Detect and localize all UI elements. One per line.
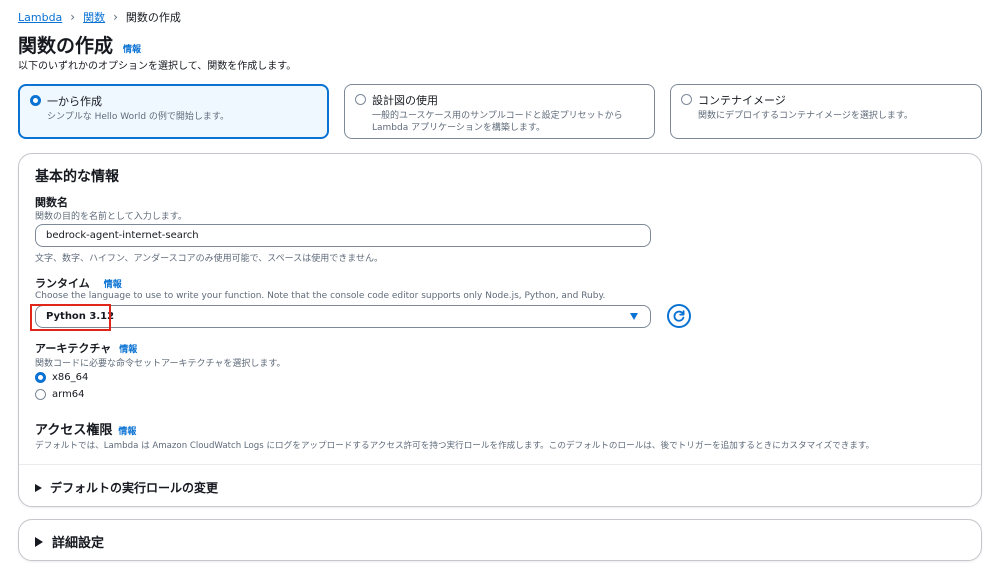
access-description: デフォルトでは、Lambda は Amazon CloudWatch Logs … [35,441,875,451]
radio-unselected-icon[interactable] [681,94,692,105]
refresh-icon [673,310,685,322]
radio-unselected-icon[interactable] [35,389,46,400]
panel-title: 基本的な情報 [35,169,119,185]
option-description: シンプルな Hello World の例で開始します。 [47,112,230,122]
radio-unselected-icon[interactable] [355,94,366,105]
runtime-select[interactable]: Python 3.12 [35,305,651,328]
arch-option-arm64[interactable]: arm64 [35,389,85,400]
page-info-link[interactable]: 情報 [123,42,141,55]
caret-down-icon [630,313,638,320]
function-name-label: 関数名 [35,196,68,209]
advanced-settings-label: 詳細設定 [52,536,105,551]
function-name-hint: 文字、数字、ハイフン、アンダースコアのみ使用可能で、スペースは使用できません。 [35,254,383,264]
advanced-settings-panel: 詳細設定 [18,519,982,561]
basic-info-panel: 基本的な情報 関数名 関数の目的を名前として入力します。 bedrock-age… [18,153,982,507]
page-title-row: 関数の作成 情報 [18,31,141,58]
breadcrumb-functions-link[interactable]: 関数 [83,9,105,25]
architecture-description: 関数コードに必要な命令セットアーキテクチャを選択します。 [35,359,286,369]
breadcrumb-lambda-link[interactable]: Lambda [18,11,62,24]
change-default-role-expander[interactable]: デフォルトの実行ロールの変更 [35,479,218,496]
access-title-row: アクセス権限 情報 [35,419,136,438]
page-title: 関数の作成 [18,35,114,57]
option-title: 一から作成 [47,95,102,108]
option-author-from-scratch[interactable]: 一から作成 シンプルな Hello World の例で開始します。 [18,84,329,139]
option-description: 一般的ユースケース用のサンプルコードと設定プリセットから Lambda アプリケ… [372,110,623,134]
radio-selected-icon[interactable] [30,95,41,106]
chevron-right-icon: › [70,10,76,24]
chevron-right-icon: › [113,10,118,24]
arch-option-x86[interactable]: x86_64 [35,372,88,383]
runtime-description: Choose the language to use to write your… [35,291,606,301]
access-info-link[interactable]: 情報 [118,424,136,437]
architecture-label-row: アーキテクチャ 情報 [35,340,137,356]
advanced-settings-expander[interactable]: 詳細設定 [35,532,104,551]
radio-selected-icon[interactable] [35,372,46,383]
divider [19,464,981,465]
option-description-line: 一般的ユースケース用のサンプルコードと設定プリセットから [372,111,623,121]
option-title: 設計図の使用 [372,94,438,107]
arch-option-label: x86_64 [52,372,89,383]
refresh-button[interactable] [667,304,691,328]
arch-option-label: arm64 [52,389,85,400]
runtime-label-row: ランタイム 情報 [35,275,122,291]
option-description-line: Lambda アプリケーションを構築します。 [372,123,546,134]
breadcrumb-current: 関数の作成 [125,11,181,24]
option-description: 関数にデプロイするコンテナイメージを選択します。 [698,111,913,121]
architecture-info-link[interactable]: 情報 [119,342,137,355]
caret-right-icon [35,536,43,547]
option-title: コンテナイメージ [698,94,786,107]
breadcrumb: Lambda › 関数 › 関数の作成 [18,9,181,25]
option-use-blueprint[interactable]: 設計図の使用 一般的ユースケース用のサンプルコードと設定プリセットから Lamb… [344,84,655,139]
page-description: 以下のいずれかのオプションを選択して、関数を作成します。 [18,61,297,72]
highlight-annotation-box [30,304,111,331]
architecture-label: アーキテクチャ [35,342,112,355]
runtime-info-link[interactable]: 情報 [104,277,122,290]
expander-label: デフォルトの実行ロールの変更 [50,481,219,495]
caret-right-icon [35,483,42,492]
option-container-image[interactable]: コンテナイメージ 関数にデプロイするコンテナイメージを選択します。 [670,84,982,139]
access-title: アクセス権限 [35,423,113,438]
function-name-input[interactable]: bedrock-agent-internet-search [35,224,651,247]
runtime-label: ランタイム [35,277,90,290]
function-name-description: 関数の目的を名前として入力します。 [35,212,187,222]
